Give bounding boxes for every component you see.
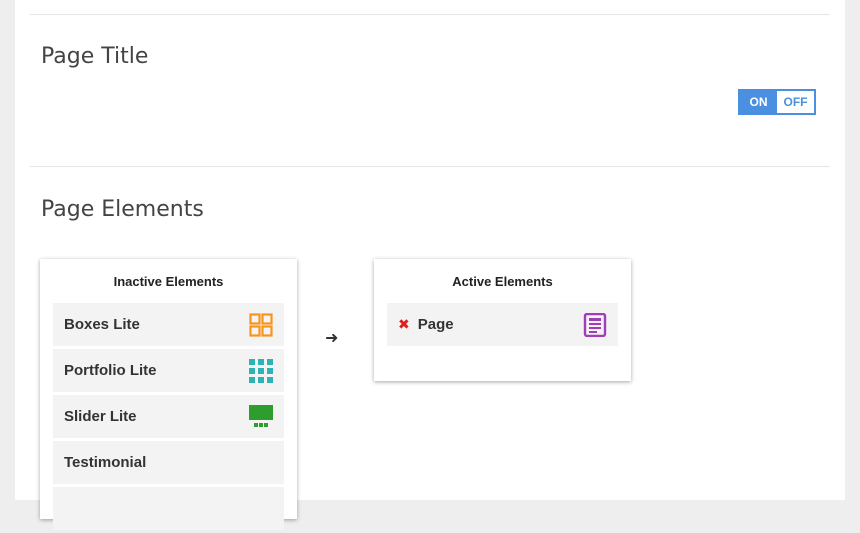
settings-panel: Page Title ON OFF Page Elements Inactive… <box>15 0 845 530</box>
slider-icon <box>249 405 273 427</box>
element-item-page[interactable]: ✖ Page <box>387 303 618 346</box>
element-item-testimonial[interactable]: Testimonial <box>53 441 284 484</box>
toggle-off-option[interactable]: OFF <box>777 91 814 113</box>
element-item-boxes-lite[interactable]: Boxes Lite <box>53 303 284 346</box>
active-elements-box: Active Elements ✖ Page <box>374 259 631 381</box>
element-item-portfolio-lite[interactable]: Portfolio Lite <box>53 349 284 392</box>
toggle-on-option[interactable]: ON <box>740 91 777 113</box>
element-item-slider-lite[interactable]: Slider Lite <box>53 395 284 438</box>
element-item-partial[interactable] <box>53 487 284 530</box>
portfolio-grid-icon <box>249 359 273 383</box>
inactive-elements-title: Inactive Elements <box>113 274 224 289</box>
page-title-heading: Page Title <box>41 44 149 69</box>
element-item-label: Portfolio Lite <box>64 362 157 379</box>
inactive-elements-box: Inactive Elements Boxes Lite Portfolio L… <box>40 259 297 530</box>
page-elements-heading: Page Elements <box>41 197 204 222</box>
page-title-toggle[interactable]: ON OFF <box>738 89 816 115</box>
active-elements-title: Active Elements <box>452 274 553 289</box>
page-document-icon <box>583 313 607 337</box>
close-icon[interactable]: ✖ <box>398 316 410 333</box>
active-elements-list: ✖ Page <box>387 303 618 349</box>
divider-middle <box>30 166 830 167</box>
element-item-label: Page <box>417 316 454 333</box>
grid-boxes-icon <box>249 313 273 337</box>
element-item-label: Boxes Lite <box>64 316 140 333</box>
arrow-right-icon: ➜ <box>325 330 339 347</box>
divider-top <box>30 14 830 15</box>
inactive-elements-list: Boxes Lite Portfolio Lite Slider Lite Te… <box>53 303 284 533</box>
element-item-label: Slider Lite <box>64 408 137 425</box>
element-item-label: Testimonial <box>64 454 147 471</box>
